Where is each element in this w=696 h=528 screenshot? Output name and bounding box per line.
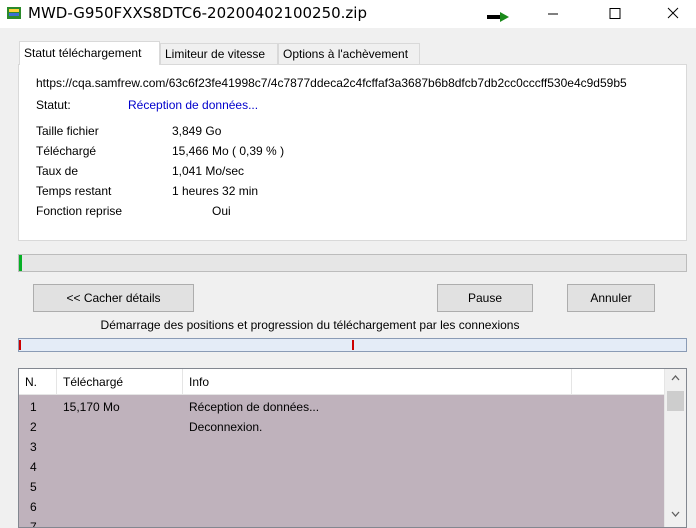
table-row[interactable]: 7 <box>19 517 664 528</box>
info-label: Temps restant <box>36 184 112 198</box>
connections-list: N. Téléchargé Info 1 15,170 Mo Réception… <box>18 368 687 528</box>
scroll-thumb[interactable] <box>667 391 684 411</box>
info-label: Téléchargé <box>36 144 97 158</box>
status-panel: https://cqa.samfrew.com/63c6f23fe41998c7… <box>18 64 687 241</box>
cancel-button[interactable]: Annuler <box>567 284 655 312</box>
table-row[interactable]: 5 <box>19 477 664 497</box>
pause-button[interactable]: Pause <box>437 284 533 312</box>
progress-fill <box>19 255 22 271</box>
column-header-number[interactable]: N. <box>19 369 57 395</box>
window-title: MWD-G950FXXS8DTC6-20200402100250.zip <box>28 4 367 22</box>
tab-speed-limiter[interactable]: Limiteur de vitesse <box>160 43 278 64</box>
maximize-icon[interactable] <box>592 0 638 28</box>
info-label: Taille fichier <box>36 124 99 138</box>
table-row[interactable]: 4 <box>19 457 664 477</box>
table-row[interactable]: 3 <box>19 437 664 457</box>
row-number: 3 <box>30 440 37 454</box>
title-bar: MWD-G950FXXS8DTC6-20200402100250.zip <box>0 0 696 28</box>
connections-caption: Démarrage des positions et progression d… <box>100 318 520 332</box>
list-header: N. Téléchargé Info <box>19 369 664 395</box>
arrow-right-icon <box>487 12 509 22</box>
row-number: 1 <box>30 400 37 414</box>
hide-details-button[interactable]: << Cacher détails <box>33 284 194 312</box>
idm-app-icon <box>7 7 21 19</box>
list-scrollbar[interactable] <box>664 369 686 527</box>
tab-download-status[interactable]: Statut téléchargement <box>19 41 160 65</box>
scroll-up-icon[interactable] <box>665 369 686 387</box>
row-number: 5 <box>30 480 37 494</box>
scroll-down-icon[interactable] <box>665 505 686 523</box>
list-rows: 1 15,170 Mo Réception de données... 2 De… <box>19 395 664 528</box>
minimize-icon[interactable] <box>530 0 576 28</box>
info-label: Fonction reprise <box>36 204 123 218</box>
column-header-info[interactable]: Info <box>183 369 572 395</box>
connection-start-marker <box>352 340 354 350</box>
status-label: Statut: <box>36 98 71 112</box>
row-downloaded: 15,170 Mo <box>63 400 120 414</box>
info-value: 3,849 Go <box>172 124 222 138</box>
info-value: 1 heures 32 min <box>172 184 259 198</box>
row-info: Réception de données... <box>189 400 320 414</box>
table-row[interactable]: 1 15,170 Mo Réception de données... <box>19 397 664 417</box>
table-row[interactable]: 6 <box>19 497 664 517</box>
row-number: 7 <box>30 520 37 528</box>
info-value: 1,041 Mo/sec <box>172 164 245 178</box>
info-value: Oui <box>212 204 231 218</box>
info-value: 15,466 Mo ( 0,39 % ) <box>172 144 285 158</box>
download-progress-bar <box>18 254 687 272</box>
tab-completion-options[interactable]: Options à l'achèvement <box>278 43 420 64</box>
info-label: Taux de <box>36 164 79 178</box>
column-header-downloaded[interactable]: Téléchargé <box>57 369 183 395</box>
row-number: 6 <box>30 500 37 514</box>
column-header-empty[interactable] <box>572 369 664 395</box>
row-number: 4 <box>30 460 37 474</box>
close-icon[interactable] <box>650 0 696 28</box>
connection-start-marker <box>19 340 21 350</box>
row-info: Deconnexion. <box>189 420 263 434</box>
connections-progress-bar <box>18 338 687 352</box>
download-url: https://cqa.samfrew.com/63c6f23fe41998c7… <box>36 76 627 90</box>
row-number: 2 <box>30 420 37 434</box>
table-row[interactable]: 2 Deconnexion. <box>19 417 664 437</box>
status-value: Réception de données... <box>128 98 259 112</box>
